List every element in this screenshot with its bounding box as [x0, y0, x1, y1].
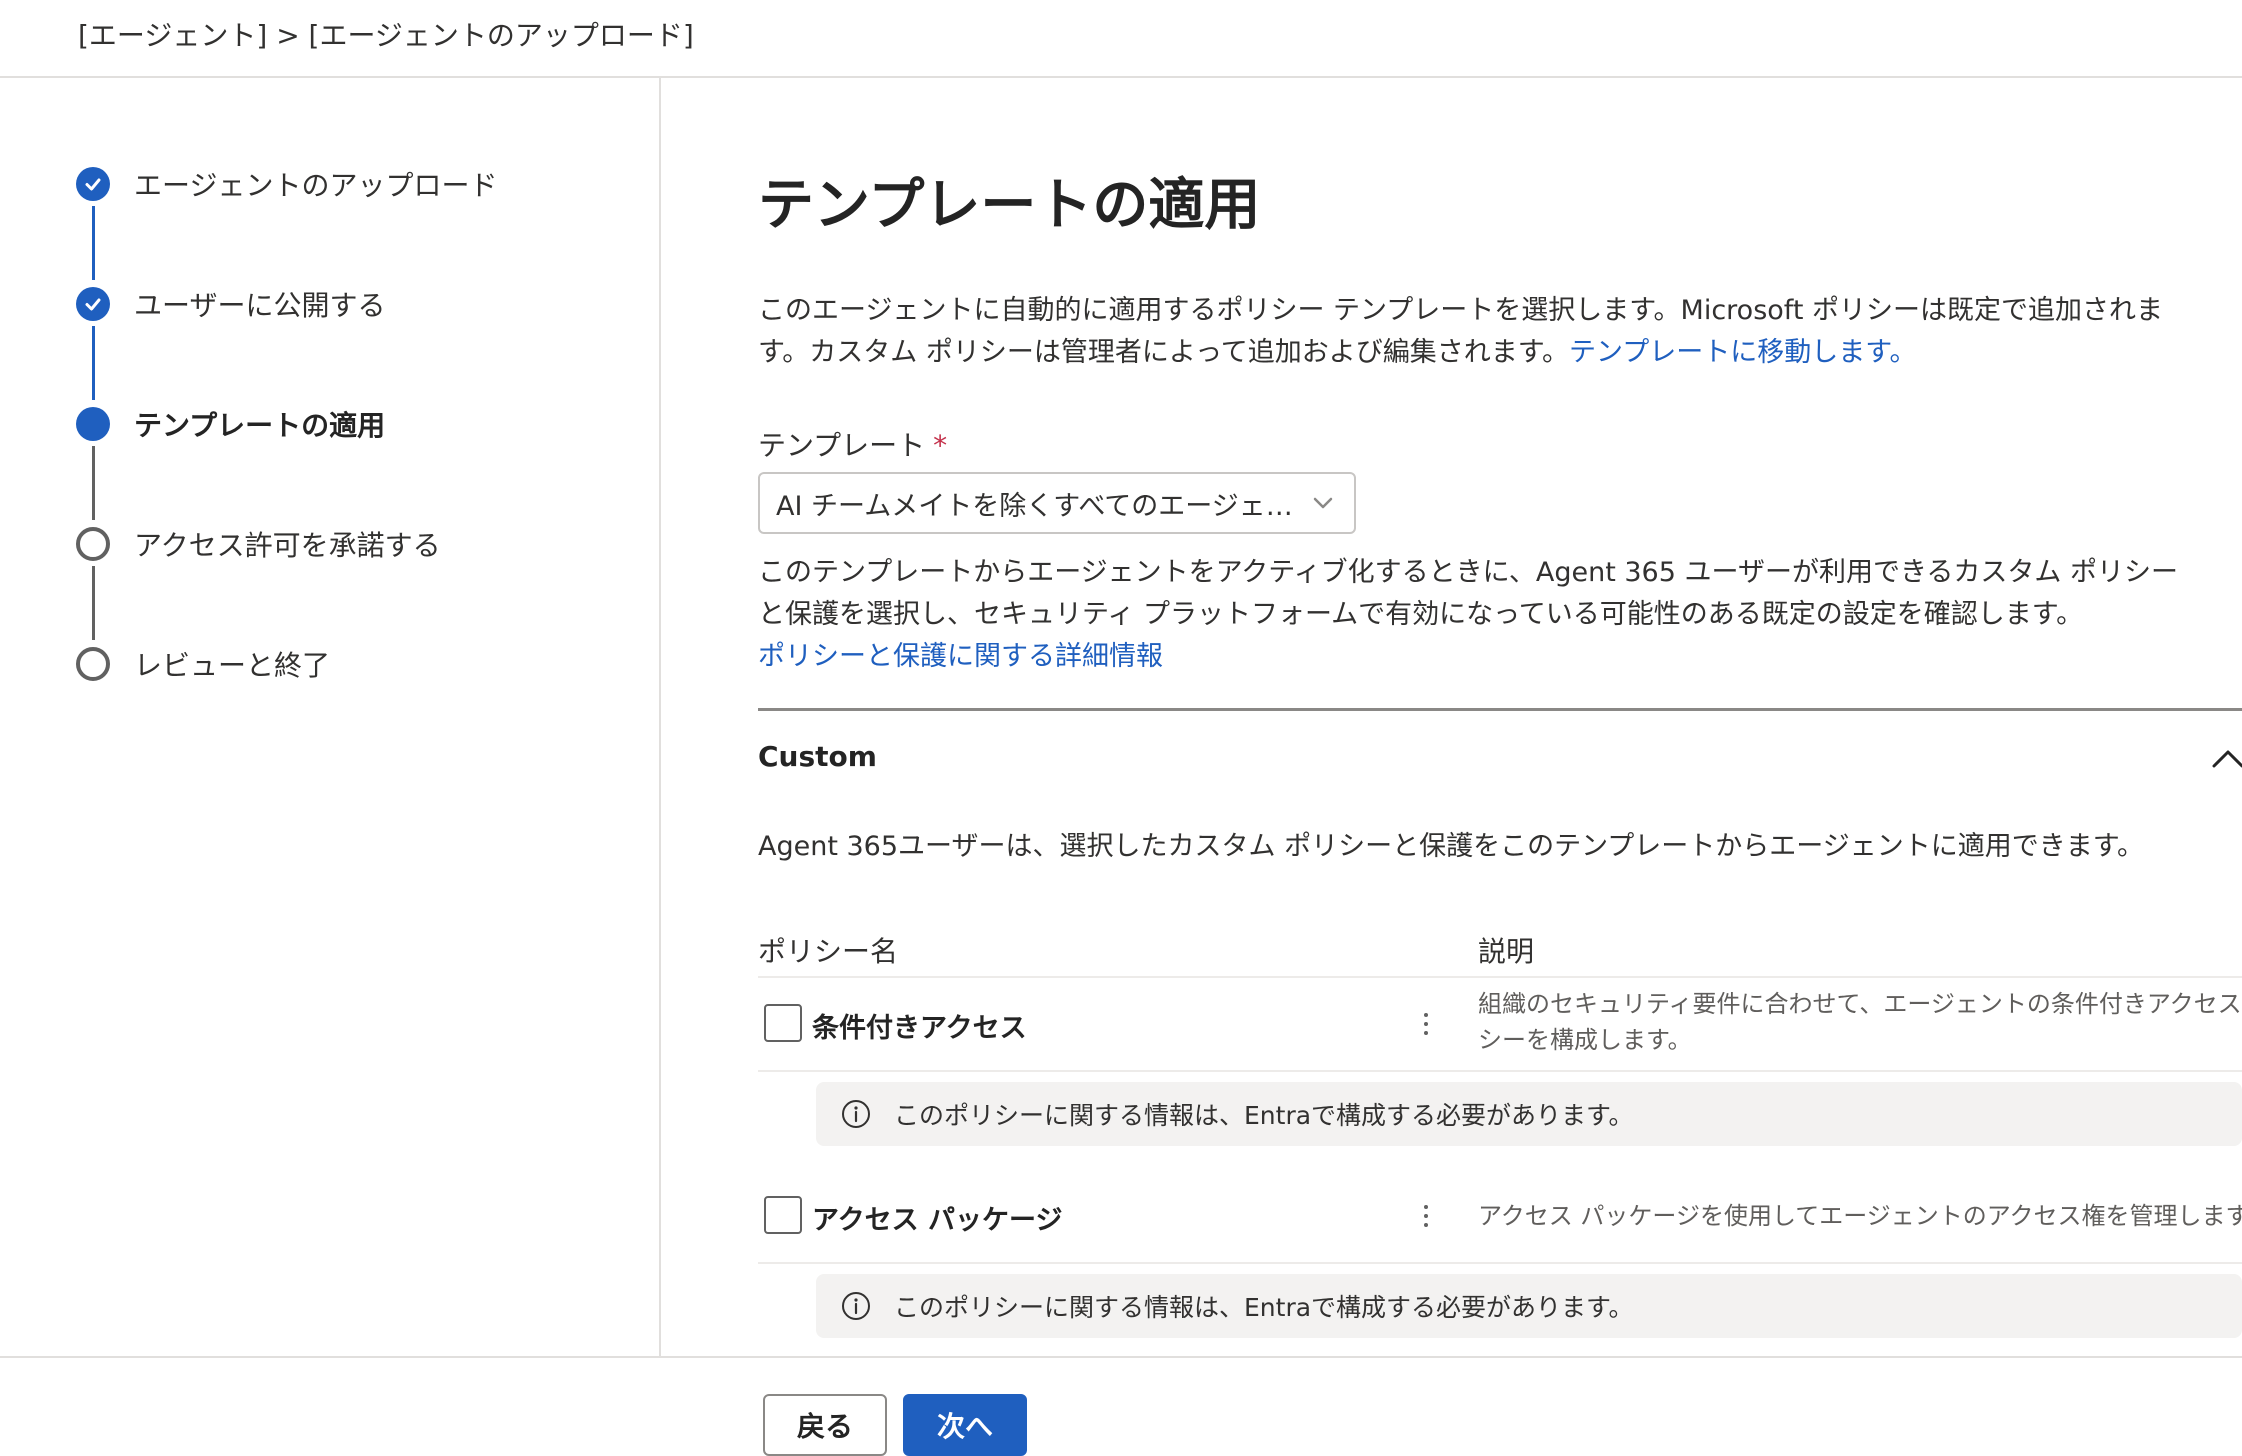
required-mark: * [933, 429, 948, 462]
chevron-up-icon[interactable] [2208, 740, 2242, 774]
step-publish-users[interactable]: ユーザーに公開する [76, 284, 385, 324]
step-connector [92, 206, 95, 280]
policy-name: アクセス パッケージ [812, 1205, 1063, 1236]
header-divider [0, 76, 2242, 78]
page-title: テンプレートの適用 [758, 173, 1261, 238]
step-apply-template[interactable]: テンプレートの適用 [76, 404, 385, 444]
column-header-policy-name: ポリシー名 [758, 935, 899, 968]
chevron-down-icon [1313, 497, 1333, 509]
info-message-bar: このポリシーに関する情報は、Entraで構成する必要があります。 [816, 1082, 2242, 1146]
info-icon [842, 1100, 870, 1128]
footer-divider [0, 1356, 2242, 1358]
template-field-label: テンプレート * [758, 424, 947, 464]
row-divider [758, 1262, 2242, 1264]
step-connector [92, 326, 95, 400]
policy-checkbox[interactable] [764, 1004, 802, 1042]
policy-description: 組織のセキュリティ要件に合わせて、エージェントの条件付きアクセス ポリ シーを構… [1478, 990, 2242, 1054]
section-title: Custom [758, 740, 877, 773]
step-pending-icon [76, 527, 110, 561]
page-description: このエージェントに自動的に適用するポリシー テンプレートを選択します。Micro… [758, 290, 2208, 374]
info-message-text: このポリシーに関する情報は、Entraで構成する必要があります。 [894, 1293, 1634, 1322]
templates-link[interactable]: テンプレートに移動します。 [1569, 337, 1917, 368]
policy-name: 条件付きアクセス [812, 1013, 1027, 1044]
sidebar-divider [659, 78, 661, 1356]
section-description: Agent 365ユーザーは、選択したカスタム ポリシーと保護をこのテンプレート… [758, 831, 2145, 862]
back-button[interactable]: 戻る [763, 1394, 887, 1456]
more-vertical-icon[interactable] [1414, 1006, 1438, 1042]
policy-description: アクセス パッケージを使用してエージェントのアクセス権を管理します。 [1478, 1202, 2242, 1230]
checkmark-icon [85, 178, 101, 191]
step-review-finish[interactable]: レビューと終了 [76, 644, 330, 684]
step-current-icon [76, 407, 110, 441]
step-upload-agent[interactable]: エージェントのアップロード [76, 164, 497, 204]
custom-section-header[interactable]: Custom [758, 740, 2242, 774]
template-dropdown[interactable]: AI チームメイトを除くすべてのエージェ… [758, 472, 1356, 534]
template-help-text: このテンプレートからエージェントをアクティブ化するときに、Agent 365 ユ… [758, 557, 2178, 630]
step-pending-icon [76, 647, 110, 681]
policy-checkbox[interactable] [764, 1196, 802, 1234]
policies-learn-more-link[interactable]: ポリシーと保護に関する詳細情報 [758, 641, 1163, 672]
template-help: このテンプレートからエージェントをアクティブ化するときに、Agent 365 ユ… [758, 552, 2198, 678]
column-header-description: 説明 [1478, 935, 1535, 968]
info-message-text: このポリシーに関する情報は、Entraで構成する必要があります。 [894, 1101, 1634, 1130]
info-message-bar: このポリシーに関する情報は、Entraで構成する必要があります。 [816, 1274, 2242, 1338]
step-accept-permissions[interactable]: アクセス許可を承諾する [76, 524, 441, 564]
step-complete-icon [76, 167, 110, 201]
row-divider [758, 1070, 2242, 1072]
step-complete-icon [76, 287, 110, 321]
step-label: レビューと終了 [134, 649, 331, 682]
table-header-divider [758, 976, 2242, 978]
step-label: アクセス許可を承諾する [134, 529, 441, 562]
step-connector [92, 446, 95, 520]
step-label: ユーザーに公開する [134, 289, 386, 322]
step-label: テンプレートの適用 [134, 409, 386, 442]
step-connector [92, 566, 95, 640]
breadcrumb: [エージェント] > [エージェントのアップロード] [78, 19, 694, 52]
template-label-text: テンプレート [758, 429, 926, 462]
checkmark-icon [85, 298, 101, 311]
step-label: エージェントのアップロード [134, 169, 498, 202]
more-vertical-icon[interactable] [1414, 1198, 1438, 1234]
template-dropdown-value: AI チームメイトを除くすべてのエージェ… [776, 490, 1293, 522]
section-divider [758, 708, 2242, 711]
next-button[interactable]: 次へ [903, 1394, 1027, 1456]
info-icon [842, 1292, 870, 1320]
description-text: このエージェントに自動的に適用するポリシー テンプレートを選択します。Micro… [758, 295, 2163, 368]
